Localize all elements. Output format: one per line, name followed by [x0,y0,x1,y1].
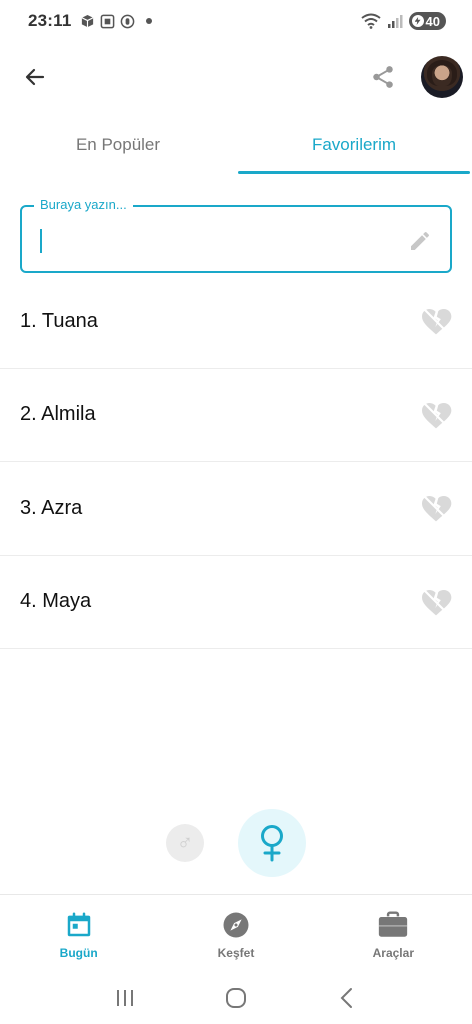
system-navigation-bar [0,972,472,1024]
male-filter-button[interactable]: ♂ [166,824,204,862]
recent-apps-button[interactable] [105,978,145,1018]
charging-icon [411,15,424,27]
heart-broken-icon [422,308,452,336]
nav-label: Keşfet [217,945,255,960]
notification-dot [145,18,152,24]
recent-apps-icon [117,990,134,1006]
unfavorite-button[interactable] [418,399,454,431]
home-icon [225,988,246,1008]
calendar-icon [67,912,90,936]
bottom-navigation: Bugün Keşfet Araçlar [0,894,472,970]
nav-label: Bugün [59,945,98,960]
name-input-container[interactable]: Buraya yazın... [20,197,452,273]
share-icon [373,66,393,88]
status-bar: 23:11 40 [0,0,472,42]
status-time: 23:11 [28,11,72,30]
female-filter-button[interactable] [238,809,306,877]
tab-favorilerim[interactable]: Favorilerim [236,118,472,174]
text-caret [40,229,42,253]
status-notification-icons [80,14,152,29]
edit-button[interactable] [406,227,434,255]
unfavorite-button[interactable] [418,586,454,618]
favorites-list: 1. Tuana 2. Almila 3. Azra 4. Maya [0,275,472,649]
user-avatar[interactable] [421,56,463,98]
favorite-name: 4. Maya [20,590,92,613]
record-icon [120,14,134,28]
heart-broken-icon [422,495,452,523]
unfavorite-button[interactable] [418,305,454,337]
share-button[interactable] [366,60,400,94]
status-system-icons: 40 [360,12,446,30]
male-symbol-icon: ♂ [176,830,194,855]
home-button[interactable] [216,978,256,1018]
app-bar [0,48,472,106]
favorite-name: 3. Azra [20,496,83,519]
nav-label: Araçlar [372,945,414,960]
favorite-name: 2. Almila [20,403,96,426]
favorite-name: 1. Tuana [20,309,98,332]
heart-broken-icon [422,588,452,616]
tab-bar: En Popüler Favorilerim [0,118,472,174]
input-label: Buraya yazın... [34,197,133,212]
avatar-image [427,60,457,86]
list-item[interactable]: 2. Almila [0,369,472,462]
nav-item-araclar[interactable]: Araçlar [315,895,472,970]
signal-icon [387,15,403,28]
female-symbol-icon [261,825,283,862]
chevron-left-icon [340,988,352,1008]
pencil-icon [411,231,430,250]
heart-broken-icon [422,401,452,429]
list-item[interactable]: 1. Tuana [0,275,472,369]
screenshot-icon [100,14,114,28]
nav-item-bugun[interactable]: Bugün [0,895,157,970]
battery-level: 40 [425,13,440,29]
briefcase-icon [379,910,408,937]
unfavorite-button[interactable] [418,492,454,524]
nav-item-kesfet[interactable]: Keşfet [157,895,314,970]
tab-en-populer[interactable]: En Popüler [0,118,236,174]
name-input[interactable] [46,221,406,261]
arrow-left-icon [25,68,45,86]
back-button[interactable] [18,60,52,94]
battery-indicator: 40 [408,12,446,30]
wifi-icon [360,13,381,29]
system-back-button[interactable] [327,978,367,1018]
list-item[interactable]: 3. Azra [0,462,472,556]
list-item[interactable]: 4. Maya [0,556,472,649]
compass-icon [223,912,249,937]
package-icon [81,14,93,27]
